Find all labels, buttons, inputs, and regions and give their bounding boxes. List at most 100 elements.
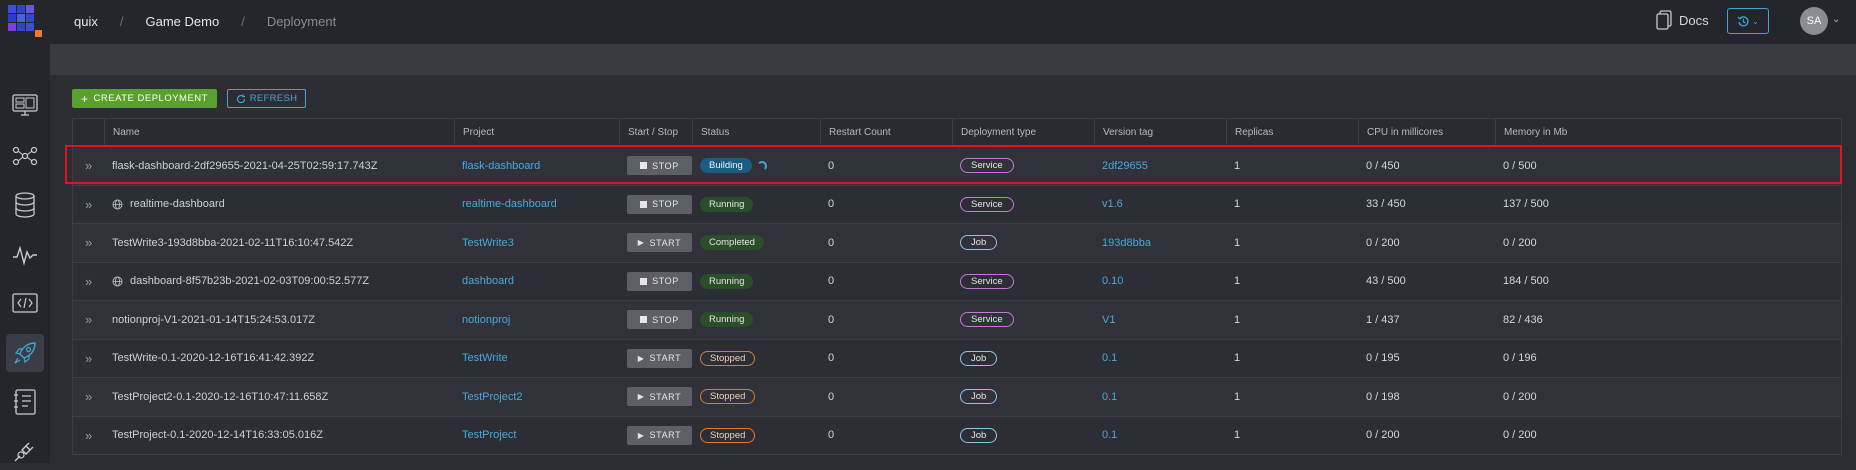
breadcrumb-separator: / — [119, 13, 124, 29]
version-tag-link[interactable]: 193d8bba — [1102, 237, 1151, 249]
expand-row-icon[interactable]: » — [73, 263, 104, 300]
cell-version: 0.1 — [1094, 340, 1226, 377]
table-row[interactable]: » TestWrite3-193d8bba-2021-02-11T16:10:47… — [73, 224, 1841, 263]
column-header-replicas[interactable]: Replicas — [1226, 119, 1358, 146]
breadcrumb-project[interactable]: Game Demo — [145, 14, 219, 29]
expand-row-icon[interactable]: » — [73, 147, 104, 184]
avatar-chevron-down-icon[interactable]: ⌄ — [1832, 14, 1840, 25]
version-tag-link[interactable]: 0.10 — [1102, 275, 1123, 287]
table-row[interactable]: » notionproj-V1-2021-01-14T15:24:53.017Z n… — [73, 301, 1841, 340]
cell-project: dashboard — [454, 263, 619, 300]
stop-button[interactable]: STOP — [627, 194, 692, 214]
project-link[interactable]: TestWrite3 — [462, 237, 514, 249]
start-button[interactable]: ▶ START — [627, 233, 692, 252]
project-link[interactable]: TestProject — [462, 429, 516, 441]
replicas-value: 1 — [1234, 198, 1241, 210]
cell-name: notionproj-V1-2021-01-14T15:24:53.017Z — [104, 301, 454, 338]
deployment-type-badge: Service — [960, 158, 1014, 173]
stop-button[interactable]: STOP — [627, 156, 692, 175]
start-button[interactable]: ▶ START — [627, 387, 692, 406]
docs-link[interactable]: Docs — [1655, 10, 1709, 30]
quix-logo-icon[interactable] — [8, 5, 42, 37]
sidebar-item-topology[interactable] — [6, 137, 44, 175]
version-tag-link[interactable]: 2df29655 — [1102, 160, 1148, 172]
project-link[interactable]: dashboard — [462, 275, 514, 287]
history-dropdown-button[interactable]: ⌄ — [1727, 8, 1769, 34]
table-row[interactable]: » flask-dashboard-2df29655-2021-04-25T02:… — [73, 147, 1841, 186]
project-link[interactable]: notionproj — [462, 314, 510, 326]
column-header-status[interactable]: Status — [692, 119, 820, 146]
avatar[interactable]: SA — [1800, 7, 1828, 35]
column-header-project[interactable]: Project — [454, 119, 619, 146]
cell-restarts: 0 — [820, 147, 952, 184]
cell-action: ▶ START — [619, 378, 692, 415]
project-link[interactable]: TestProject2 — [462, 391, 523, 403]
replicas-value: 1 — [1234, 390, 1241, 403]
column-header-name[interactable]: Name — [104, 119, 454, 146]
breadcrumb-workspace[interactable]: quix — [74, 14, 98, 29]
deployment-name: dashboard-8f57b23b-2021-02-03T09:00:52.5… — [130, 275, 370, 287]
column-header-version-tag[interactable]: Version tag — [1094, 119, 1226, 146]
cell-cpu: 0 / 200 — [1358, 224, 1495, 261]
sidebar-item-data[interactable] — [6, 186, 44, 224]
expand-row-icon[interactable]: » — [73, 224, 104, 261]
expand-row-icon[interactable]: » — [73, 301, 104, 338]
topology-icon — [12, 146, 38, 166]
cell-replicas: 1 — [1226, 340, 1358, 377]
version-tag-link[interactable]: v1.6 — [1102, 198, 1123, 210]
restarts-value: 0 — [828, 159, 835, 172]
version-tag-link[interactable]: V1 — [1102, 314, 1115, 326]
cpu-value: 0 / 450 — [1366, 159, 1400, 172]
start-button[interactable]: ▶ START — [627, 348, 692, 368]
column-header-memory[interactable]: Memory in Mb — [1495, 119, 1841, 146]
sidebar-item-visualize[interactable] — [6, 236, 44, 274]
start-button[interactable]: ▶ START — [627, 425, 692, 445]
project-link[interactable]: realtime-dashboard — [462, 198, 557, 210]
version-tag-link[interactable]: 0.1 — [1102, 429, 1117, 441]
create-deployment-button[interactable]: + CREATE DEPLOYMENT — [72, 89, 217, 108]
breadcrumb-current: Deployment — [266, 13, 337, 29]
memory-value: 82 / 436 — [1503, 313, 1543, 326]
cell-type: Job — [952, 378, 1094, 415]
cell-status: Building — [692, 147, 820, 184]
version-tag-link[interactable]: 0.1 — [1102, 352, 1117, 364]
expand-row-icon[interactable]: » — [73, 417, 104, 454]
sidebar-item-connectors[interactable] — [6, 432, 44, 470]
cell-name: TestWrite3-193d8bba-2021-02-11T16:10:47.… — [104, 224, 454, 261]
restarts-value: 0 — [828, 429, 835, 441]
cell-cpu: 0 / 198 — [1358, 378, 1495, 415]
expand-row-icon[interactable]: » — [73, 186, 104, 223]
column-header-restart-count[interactable]: Restart Count — [820, 119, 952, 146]
sidebar-item-develop[interactable] — [6, 284, 44, 322]
plus-icon: + — [81, 91, 89, 106]
column-header-deployment-type[interactable]: Deployment type — [952, 119, 1094, 146]
sidebar-item-deployments[interactable] — [6, 334, 44, 372]
stop-button[interactable]: STOP — [627, 271, 692, 291]
refresh-button[interactable]: REFRESH — [227, 89, 306, 108]
column-header-start-stop[interactable]: Start / Stop — [619, 119, 692, 146]
table-row[interactable]: » dashboard-8f57b23b-2021-02-03T09:00:52.… — [73, 262, 1841, 301]
cell-memory: 0 / 196 — [1495, 340, 1841, 377]
table-row[interactable]: » TestProject-0.1-2020-12-14T16:33:05.016… — [73, 416, 1841, 455]
sidebar-item-monitor[interactable] — [6, 86, 44, 124]
cell-restarts: 0 — [820, 417, 952, 454]
sidebar-item-notebook[interactable] — [6, 383, 44, 421]
breadcrumb-separator: / — [241, 13, 245, 29]
deployment-name: notionproj-V1-2021-01-14T15:24:53.017Z — [112, 313, 316, 326]
cell-restarts: 0 — [820, 378, 952, 415]
status-badge: Running — [700, 196, 754, 212]
stop-button[interactable]: STOP — [627, 310, 692, 329]
monitor-icon — [12, 94, 38, 116]
column-header-cpu[interactable]: CPU in millicores — [1358, 119, 1495, 146]
cell-name: dashboard-8f57b23b-2021-02-03T09:00:52.5… — [104, 263, 454, 300]
refresh-icon — [236, 94, 245, 103]
table-row[interactable]: » TestProject2-0.1-2020-12-16T10:47:11.65… — [73, 378, 1841, 417]
table-row[interactable]: » TestWrite-0.1-2020-12-16T16:41:42.392Z T… — [73, 339, 1841, 378]
cell-restarts: 0 — [820, 301, 952, 338]
project-link[interactable]: TestWrite — [462, 352, 508, 364]
expand-row-icon[interactable]: » — [73, 340, 104, 377]
version-tag-link[interactable]: 0.1 — [1102, 391, 1117, 403]
project-link[interactable]: flask-dashboard — [462, 160, 540, 172]
table-row[interactable]: » realtime-dashboard realtime-dashboard STO… — [73, 185, 1841, 224]
expand-row-icon[interactable]: » — [73, 378, 104, 415]
